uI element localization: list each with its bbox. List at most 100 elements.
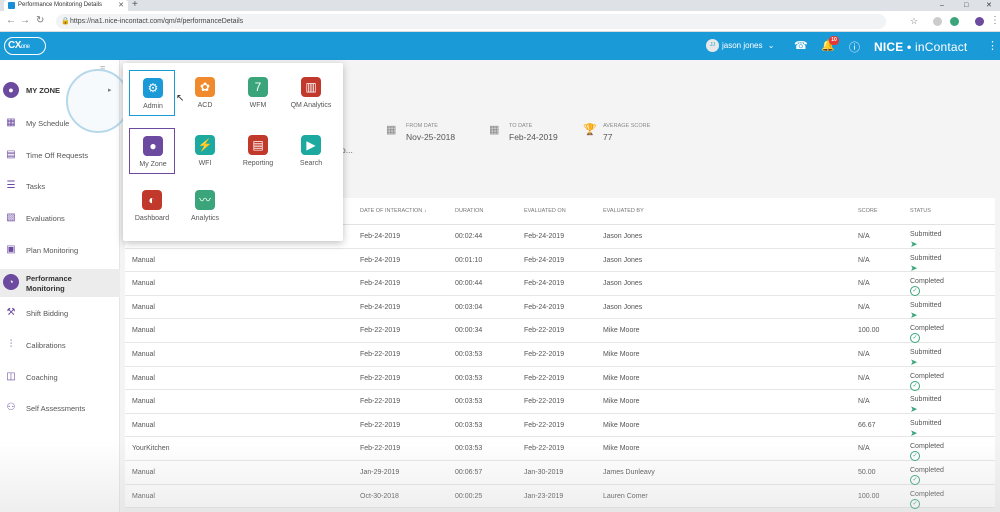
- table-row[interactable]: Manual Feb-22-2019 00:00:34 Feb-22-2019 Mike…: [125, 319, 995, 344]
- qm-analytics-icon: ▥: [301, 77, 321, 97]
- user-menu[interactable]: JJ jason jones ⌄: [706, 39, 774, 53]
- row-status: ✓ Completed: [910, 467, 944, 485]
- row-date: Feb-22-2019: [360, 374, 401, 382]
- brand-incontact: inContact: [914, 40, 968, 54]
- row-status-text: Submitted: [910, 396, 942, 404]
- average-score-label: AVERAGE SCORE: [603, 123, 651, 129]
- submitted-send-icon: ➤: [910, 427, 918, 438]
- table-row[interactable]: Manual Feb-22-2019 00:03:53 Feb-22-2019 Mike…: [125, 414, 995, 438]
- app-tile-label: QM Analytics: [290, 102, 332, 109]
- row-evaluated-on: Feb-24-2019: [524, 233, 565, 240]
- browser-tab[interactable]: Performance Monitoring Details ✕: [4, 0, 128, 11]
- app-tile-wfi[interactable]: ⚡ WFI: [182, 128, 228, 174]
- row-evaluated-on: Feb-24-2019: [524, 256, 565, 264]
- notification-badge: 10: [829, 36, 839, 45]
- row-type: Manual: [132, 350, 155, 358]
- row-date: Feb-22-2019: [360, 350, 401, 358]
- sidebar-item-coaching[interactable]: ◫ Coaching: [0, 364, 120, 392]
- wfi-icon: ⚡: [195, 135, 215, 155]
- table-row[interactable]: Manual Feb-24-2019 00:01:10 Feb-24-2019 Jaso…: [125, 249, 995, 273]
- table-row[interactable]: Manual Jan-29-2019 00:06:57 Jan-30-2019 Jame…: [125, 461, 995, 485]
- reporting-icon: ▤: [248, 135, 268, 155]
- table-row[interactable]: Manual Feb-24-2019 00:03:04 Feb-24-2019 Jaso…: [125, 296, 995, 320]
- sidebar-item-label: My Schedule: [26, 119, 70, 128]
- row-score: N/A: [858, 350, 870, 358]
- to-date-label: TO DATE: [509, 123, 533, 129]
- column-header-evaluated-by[interactable]: EVALUATED BY: [603, 208, 644, 214]
- close-tab-icon[interactable]: ✕: [118, 0, 124, 11]
- sidebar-item-evaluations[interactable]: ▧ Evaluations: [0, 205, 120, 233]
- app-grid-icon[interactable]: ⋮⋮: [987, 39, 1000, 52]
- row-status: ➤ Submitted: [910, 420, 942, 438]
- back-icon[interactable]: ←: [6, 15, 16, 26]
- browser-menu-icon[interactable]: ⋮: [990, 15, 1000, 26]
- url-field[interactable]: 🔒 https://na1.nice-incontact.com/qm/#/pe…: [56, 14, 886, 29]
- row-evaluated-by: Mike Moore: [603, 350, 640, 358]
- maximize-icon[interactable]: □: [964, 0, 968, 11]
- row-evaluated-on: Feb-22-2019: [524, 421, 565, 429]
- logo-main: CX: [8, 40, 21, 51]
- evaluations-table: DATE OF INTERACTION ↓ DURATION EVALUATED…: [125, 198, 995, 509]
- calendar-icon: ▦: [386, 124, 397, 136]
- table-row[interactable]: Manual Feb-22-2019 00:03:53 Feb-22-2019 Mike…: [125, 367, 995, 391]
- app-tile-search[interactable]: ▶ Search: [288, 128, 334, 174]
- sidebar-item-shift-bidding[interactable]: ⚒ Shift Bidding: [0, 300, 120, 328]
- app-tile-qm-analytics[interactable]: ▥ QM Analytics: [288, 70, 334, 116]
- app-tile-admin[interactable]: ⚙ Admin: [129, 70, 175, 116]
- favicon-icon: [8, 2, 15, 9]
- table-row[interactable]: YourKitchen Feb-22-2019 00:03:53 Feb-22-201…: [125, 437, 995, 462]
- row-type: Manual: [132, 280, 155, 288]
- agent-icon[interactable]: ☎: [794, 39, 808, 52]
- table-row[interactable]: Manual Feb-22-2019 00:03:53 Feb-22-2019 Mike…: [125, 390, 995, 414]
- new-tab-icon[interactable]: +: [132, 0, 138, 10]
- bookmark-star-icon[interactable]: ☆: [910, 16, 918, 27]
- sidebar-item-calibrations[interactable]: ⫶ Calibrations: [0, 332, 120, 360]
- row-date: Oct-30-2018: [360, 492, 399, 500]
- app-tile-dashboard[interactable]: ◐ Dashboard: [129, 183, 175, 229]
- evaluations-icon: ▧: [6, 212, 16, 223]
- admin-icon: ⚙: [143, 78, 163, 98]
- row-evaluated-on: Feb-22-2019: [524, 327, 565, 335]
- extension-icon[interactable]: [950, 17, 959, 26]
- column-header-date[interactable]: DATE OF INTERACTION ↓: [360, 208, 427, 214]
- cxone-logo[interactable]: CXone: [4, 37, 46, 55]
- close-window-icon[interactable]: ✕: [986, 0, 992, 11]
- profile-icon[interactable]: [975, 17, 984, 26]
- chevron-down-icon: ⌄: [767, 41, 775, 50]
- minimize-icon[interactable]: –: [940, 0, 944, 11]
- table-row[interactable]: Manual Feb-24-2019 00:00:44 Feb-24-2019 Jaso…: [125, 272, 995, 297]
- sidebar-item-self-assessments[interactable]: ⚇ Self Assessments: [0, 395, 120, 423]
- app-tile-analytics[interactable]: 〰 Analytics: [182, 183, 228, 229]
- app-tile-wfm[interactable]: 7 WFM: [235, 70, 281, 116]
- row-status: ✓ Completed: [910, 373, 944, 391]
- app-tile-acd[interactable]: ✿ ACD: [182, 70, 228, 116]
- table-row[interactable]: Manual Oct-30-2018 00:00:25 Jan-23-2019 Laur…: [125, 485, 995, 509]
- row-duration: 00:00:44: [455, 280, 483, 288]
- table-row[interactable]: Manual Feb-22-2019 00:03:53 Feb-22-2019 Mike…: [125, 343, 995, 367]
- app-tile-my-zone[interactable]: ● My Zone: [129, 128, 175, 174]
- help-icon[interactable]: ⓘ: [849, 39, 860, 55]
- app-tile-reporting[interactable]: ▤ Reporting: [235, 128, 281, 174]
- column-header-score[interactable]: SCORE: [858, 208, 878, 214]
- row-duration: 00:06:57: [455, 468, 483, 476]
- column-header-evaluated-on[interactable]: EVALUATED ON: [524, 208, 566, 214]
- sidebar-item-plan-monitoring[interactable]: ▣ Plan Monitoring: [0, 237, 120, 265]
- row-score: N/A: [858, 280, 870, 288]
- sidebar-item-tasks[interactable]: ☰ Tasks: [0, 173, 120, 201]
- reload-icon[interactable]: ↻: [36, 15, 44, 26]
- address-bar-row: ← → ↻ 🔒 https://na1.nice-incontact.com/q…: [0, 11, 1000, 32]
- nice-incontact-brand: NICE • inContact: [874, 40, 968, 54]
- extension-icon[interactable]: [933, 17, 942, 26]
- sidebar-item-performance-monitoring[interactable]: ◔ Performance Monitoring: [0, 269, 120, 297]
- row-status: ➤ Submitted: [910, 302, 942, 320]
- sidebar-item-time-off-requests[interactable]: ▤ Time Off Requests: [0, 142, 120, 170]
- plan-monitoring-icon: ▣: [6, 244, 16, 255]
- column-header-duration[interactable]: DURATION: [455, 208, 483, 214]
- row-evaluated-on: Jan-23-2019: [524, 492, 564, 500]
- trophy-icon: 🏆: [583, 124, 597, 136]
- column-header-status[interactable]: STATUS: [910, 208, 931, 214]
- row-evaluated-by: Mike Moore: [603, 445, 640, 453]
- coaching-icon: ◫: [6, 371, 16, 382]
- forward-icon[interactable]: →: [20, 15, 30, 26]
- row-date: Feb-24-2019: [360, 280, 401, 288]
